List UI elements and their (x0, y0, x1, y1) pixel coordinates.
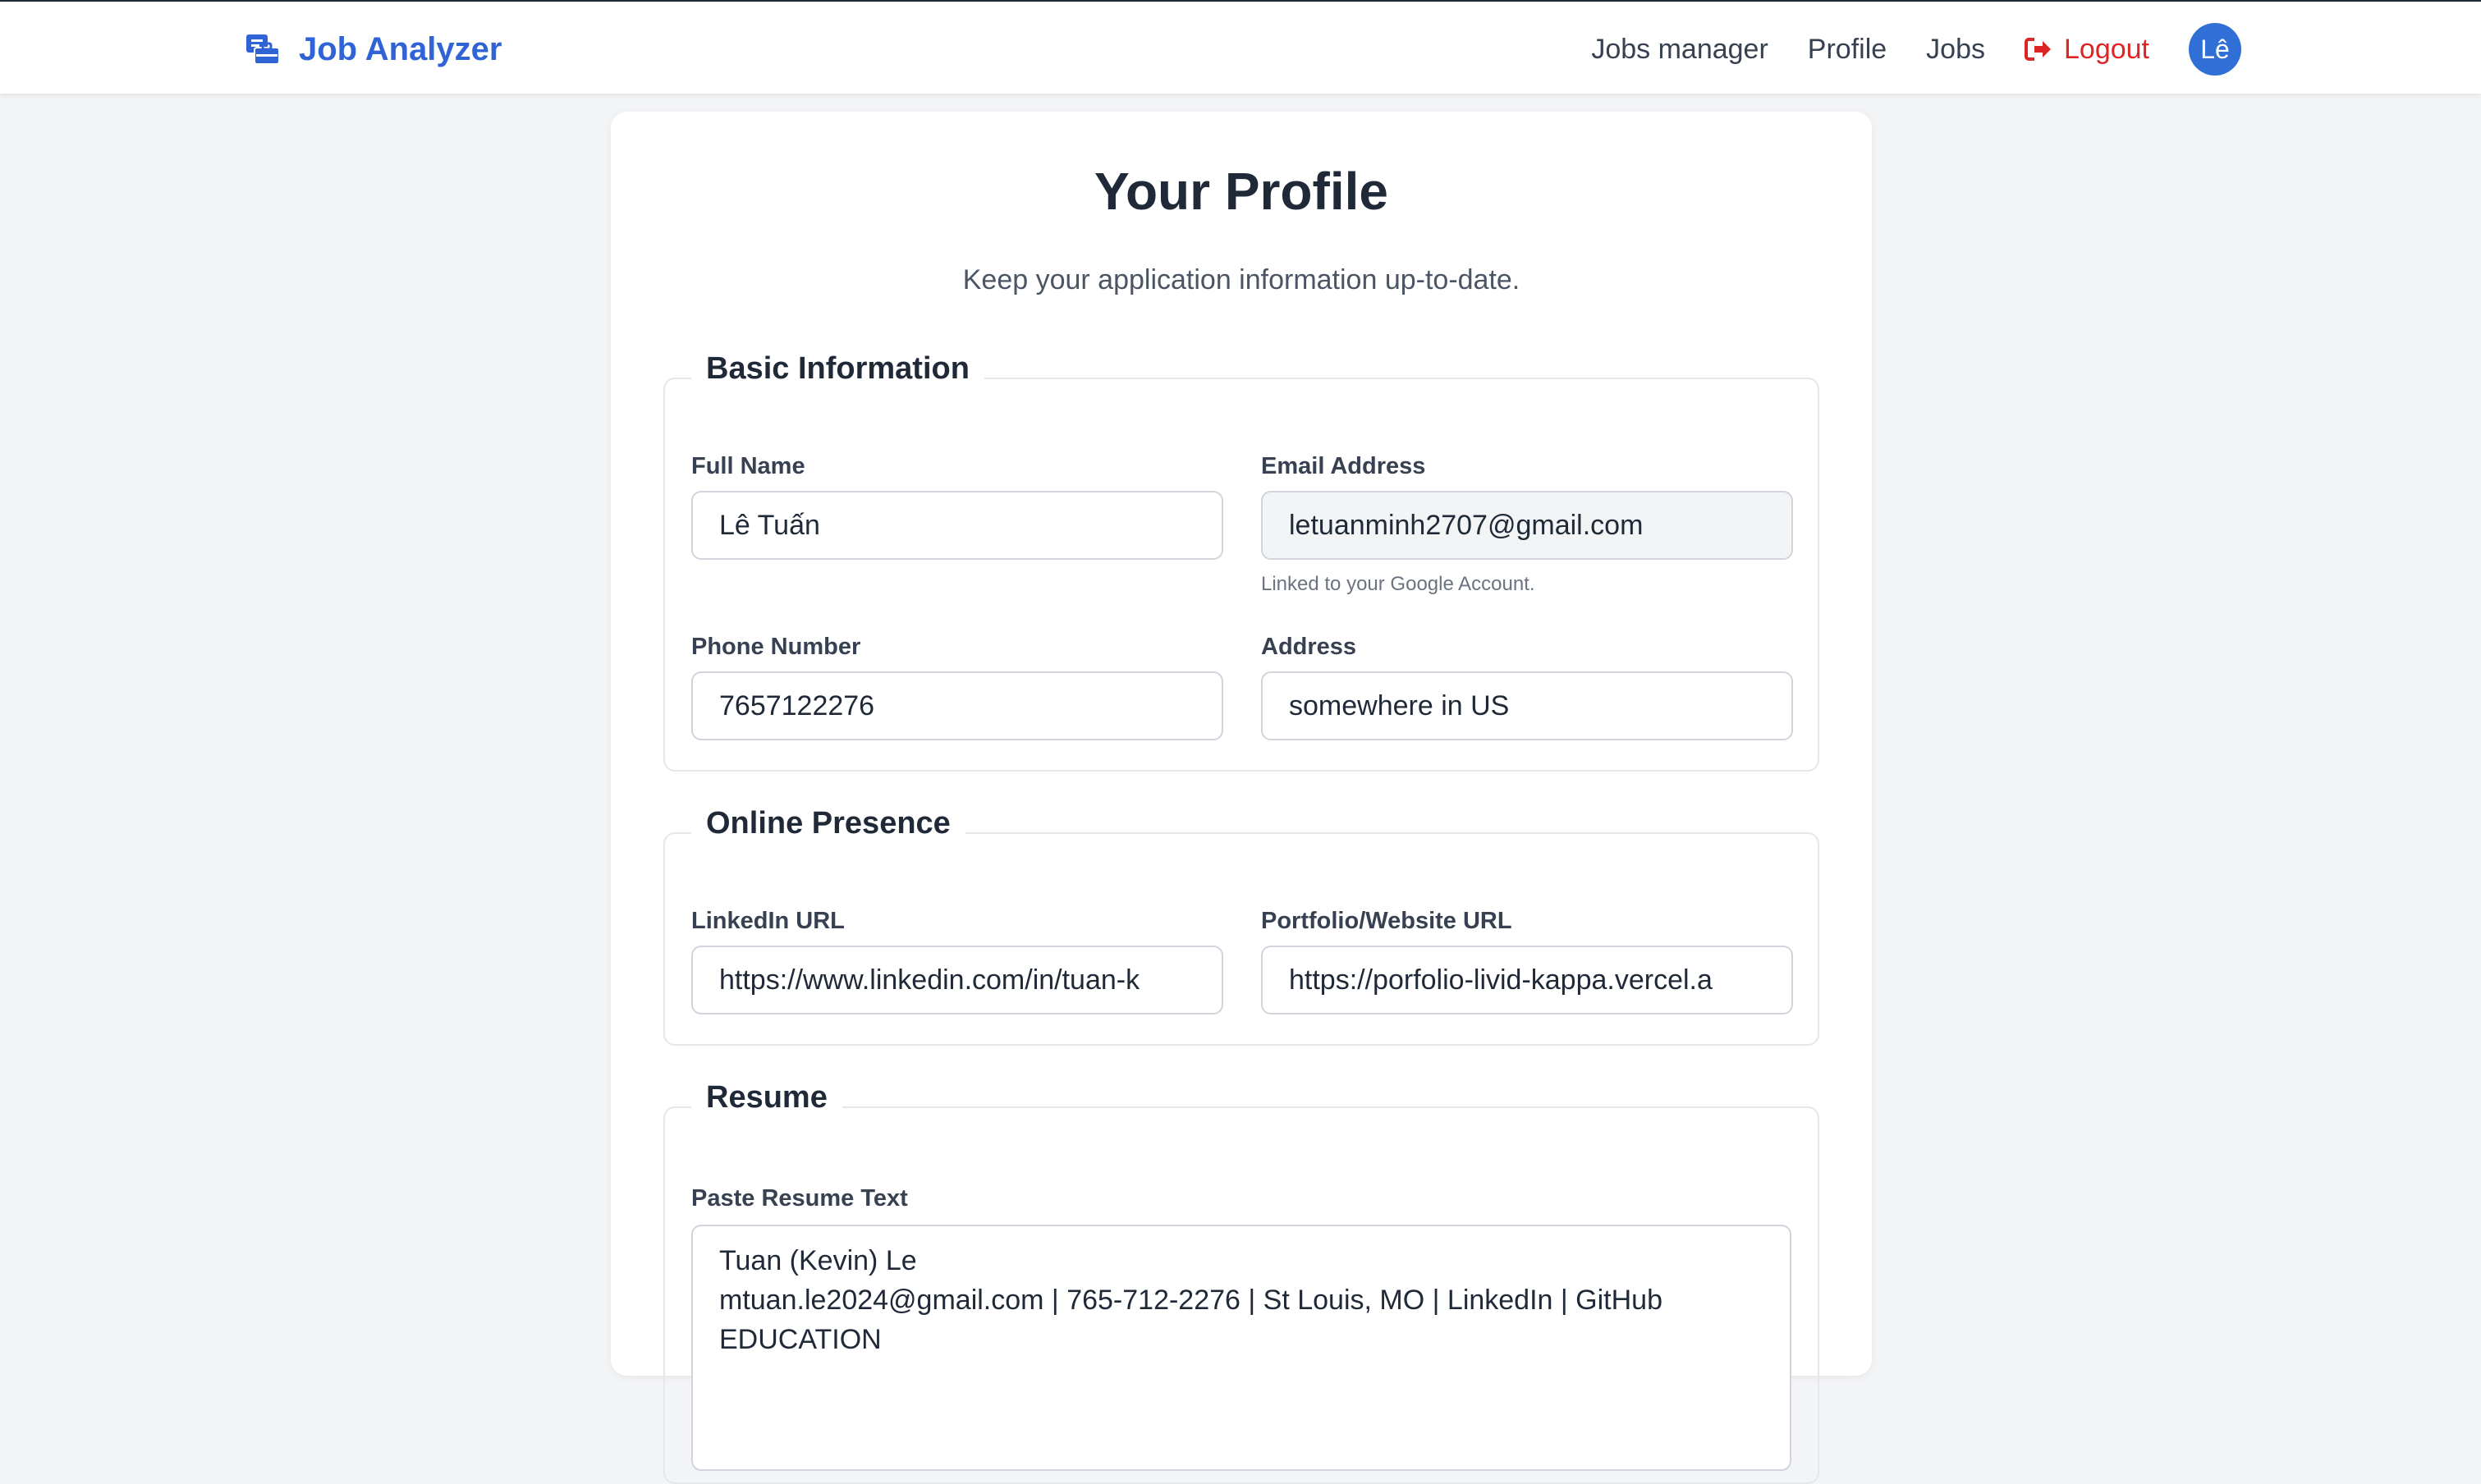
page-title: Your Profile (1094, 162, 1388, 221)
sign-out-icon (2025, 38, 2051, 61)
profile-card: Your Profile Keep your application infor… (611, 112, 1872, 1484)
portfolio-label: Portfolio/Website URL (1261, 908, 1512, 934)
phone-input[interactable]: 7657122276 (691, 671, 1223, 740)
basic-information-section: Basic Information Full Name Lê Tuấn Emai… (663, 351, 1819, 772)
nav-jobs-manager[interactable]: Jobs manager (1591, 34, 1768, 66)
address-label: Address (1261, 634, 1357, 660)
online-presence-section: Online Presence LinkedIn URL https://www… (663, 806, 1819, 1046)
top-navbar: Job Analyzer Jobs manager Profile Jobs L… (0, 2, 2481, 94)
briefcase-icon (246, 34, 280, 65)
email-input[interactable]: letuanminh2707@gmail.com (1261, 491, 1793, 560)
address-input[interactable]: somewhere in US (1261, 671, 1793, 740)
nav-profile[interactable]: Profile (1808, 34, 1887, 66)
phone-label: Phone Number (691, 634, 861, 660)
main-nav: Jobs manager Profile Jobs Logout Lê (1591, 23, 2241, 76)
resume-line: EDUCATION (719, 1324, 882, 1355)
brand-logo[interactable]: Job Analyzer (243, 28, 502, 71)
resume-line: mtuan.le2024@gmail.com | 765-712-2276 | … (719, 1285, 1662, 1316)
section-legend-online: Online Presence (691, 806, 965, 841)
portfolio-input[interactable]: https://porfolio-livid-kappa.vercel.a (1261, 946, 1793, 1015)
email-hint: Linked to your Google Account. (1261, 573, 1535, 595)
logout-label: Logout (2064, 33, 2149, 65)
resume-textarea[interactable]: Tuan (Kevin) Le mtuan.le2024@gmail.com |… (691, 1225, 1791, 1471)
nav-jobs[interactable]: Jobs (1926, 34, 1985, 66)
user-avatar[interactable]: Lê (2189, 23, 2241, 76)
resume-text-label: Paste Resume Text (691, 1185, 908, 1211)
linkedin-input[interactable]: https://www.linkedin.com/in/tuan-k (691, 946, 1223, 1015)
email-label: Email Address (1261, 453, 1426, 479)
resume-section: Resume Paste Resume Text Tuan (Kevin) Le… (663, 1080, 1819, 1484)
page-subtitle: Keep your application information up-to-… (962, 264, 1520, 295)
resume-line: Tuan (Kevin) Le (719, 1245, 917, 1276)
logout-button[interactable]: Logout (2025, 34, 2149, 66)
linkedin-label: LinkedIn URL (691, 908, 845, 934)
section-legend-basic: Basic Information (691, 351, 984, 387)
full-name-input[interactable]: Lê Tuấn (691, 491, 1223, 560)
app-name: Job Analyzer (299, 30, 502, 67)
full-name-label: Full Name (691, 453, 805, 479)
section-legend-resume: Resume (691, 1080, 842, 1115)
